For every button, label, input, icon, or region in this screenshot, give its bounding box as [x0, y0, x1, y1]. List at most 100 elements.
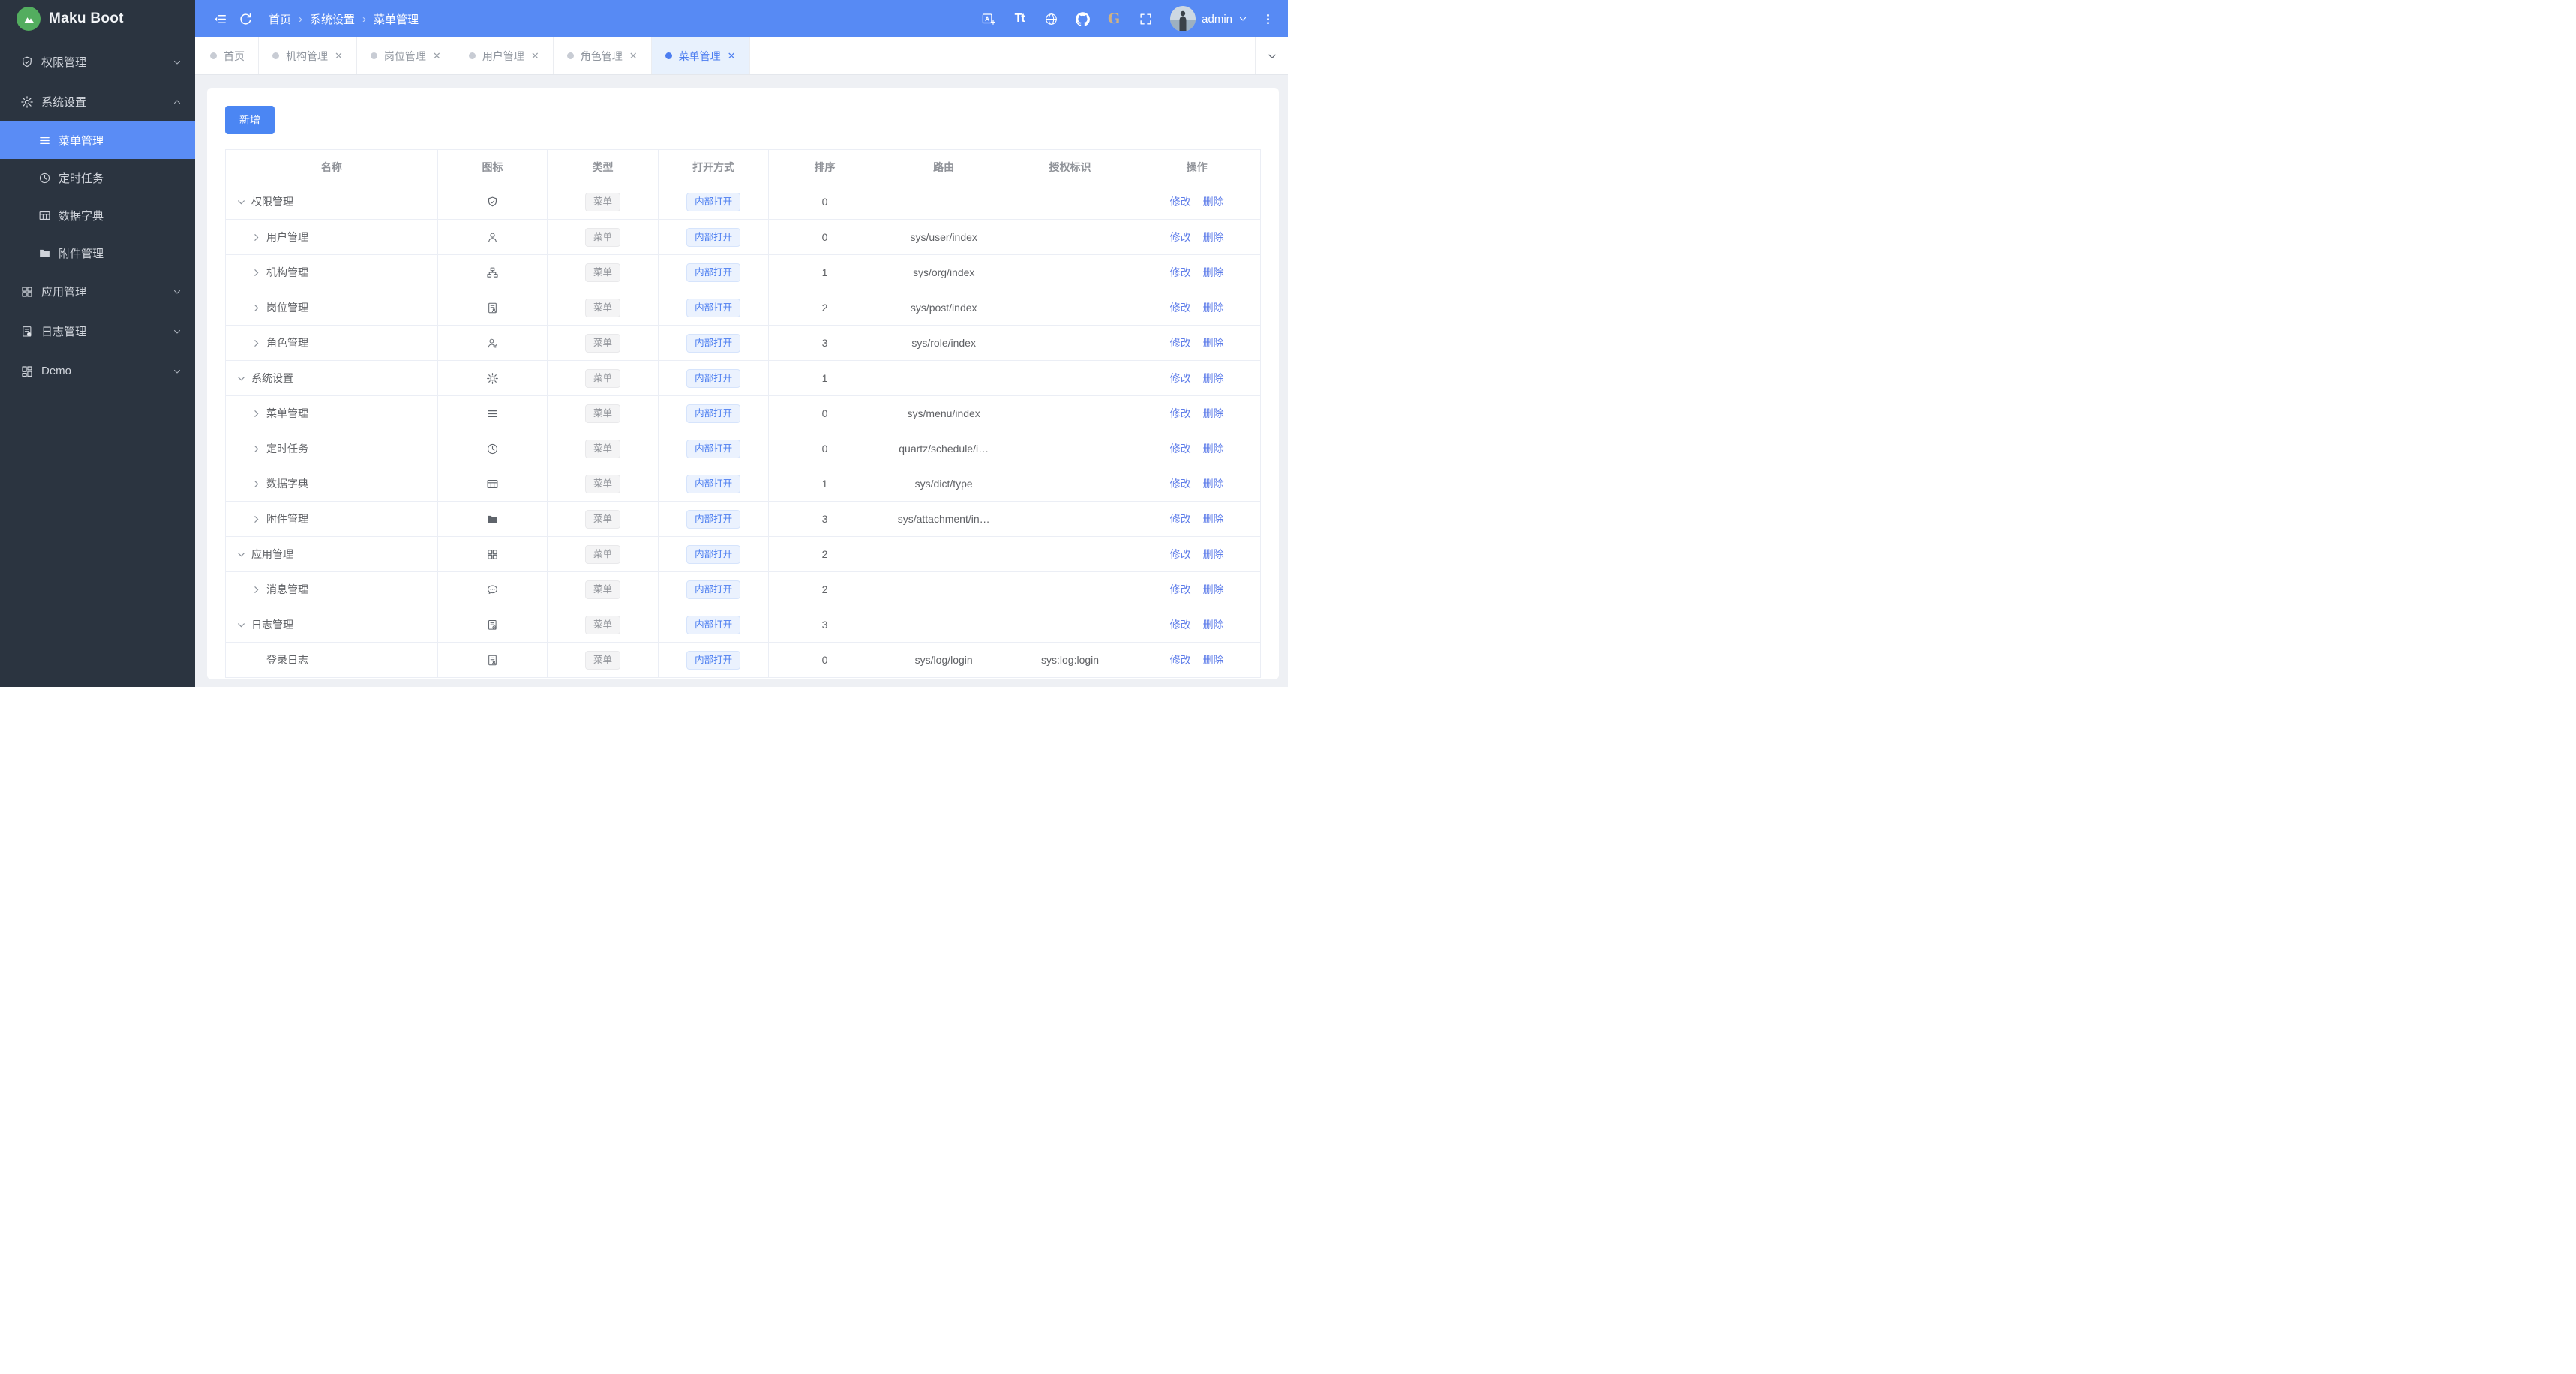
- expand-icon[interactable]: [250, 513, 262, 525]
- tab-岗位管理[interactable]: 岗位管理 ✕: [356, 38, 455, 74]
- expand-icon[interactable]: [250, 442, 262, 454]
- tab-首页[interactable]: 首页: [197, 38, 259, 74]
- menu-name: 日志管理: [229, 617, 434, 632]
- open-style-cell: 内部打开: [657, 607, 770, 643]
- expand-icon[interactable]: [250, 231, 262, 243]
- tab-菜单管理[interactable]: 菜单管理 ✕: [651, 38, 750, 74]
- delete-link[interactable]: 删除: [1203, 337, 1224, 349]
- expand-icon[interactable]: [250, 302, 262, 314]
- edit-link[interactable]: 修改: [1170, 654, 1191, 666]
- delete-link[interactable]: 删除: [1203, 302, 1224, 314]
- sidebar-subitem-定时任务[interactable]: 定时任务: [0, 159, 195, 196]
- edit-link[interactable]: 修改: [1170, 302, 1191, 314]
- gitee-icon[interactable]: G: [1101, 6, 1127, 32]
- globe-icon[interactable]: [1038, 6, 1064, 32]
- sidebar-item-应用管理[interactable]: 应用管理: [0, 272, 195, 311]
- add-button[interactable]: 新增: [225, 106, 275, 134]
- actions-cell: 修改 删除: [1133, 466, 1261, 502]
- table-row: 登录日志 菜单 内部打开 0 sys/log/login sys:log:login 修改删…: [225, 642, 1261, 678]
- sidebar-item-label: 权限管理: [41, 56, 87, 69]
- more-menu-icon[interactable]: [1255, 6, 1280, 32]
- menu-name-label: 系统设置: [251, 372, 293, 384]
- type-tag: 菜单: [584, 544, 620, 564]
- expand-icon[interactable]: [250, 407, 262, 419]
- breadcrumb-item[interactable]: 系统设置: [310, 11, 355, 27]
- delete-link[interactable]: 删除: [1203, 513, 1224, 525]
- expand-icon[interactable]: [250, 266, 262, 278]
- tab-close-icon[interactable]: ✕: [728, 51, 736, 61]
- delete-link[interactable]: 删除: [1203, 196, 1224, 208]
- delete-link[interactable]: 删除: [1203, 407, 1224, 419]
- delete-link[interactable]: 删除: [1203, 231, 1224, 243]
- edit-link[interactable]: 修改: [1170, 513, 1191, 525]
- sidebar-subitem-附件管理[interactable]: 附件管理: [0, 234, 195, 272]
- delete-link[interactable]: 删除: [1203, 266, 1224, 278]
- edit-link[interactable]: 修改: [1170, 372, 1191, 384]
- edit-link[interactable]: 修改: [1170, 231, 1191, 243]
- breadcrumb-item[interactable]: 菜单管理: [374, 11, 419, 27]
- expand-collapse-icon[interactable]: [235, 548, 247, 560]
- sidebar-subitem-菜单管理[interactable]: 菜单管理: [0, 122, 195, 159]
- expand-collapse-icon[interactable]: [235, 619, 247, 631]
- tab-close-icon[interactable]: ✕: [531, 51, 539, 61]
- translate-icon[interactable]: [975, 6, 1001, 32]
- edit-link[interactable]: 修改: [1170, 337, 1191, 349]
- type-tag: 菜单: [584, 298, 620, 317]
- open-style-tag: 内部打开: [686, 404, 741, 423]
- fullscreen-icon[interactable]: [1133, 6, 1158, 32]
- tab-用户管理[interactable]: 用户管理 ✕: [455, 38, 554, 74]
- expand-icon[interactable]: [250, 337, 262, 349]
- avatar[interactable]: [1170, 6, 1196, 32]
- breadcrumb-item[interactable]: 首页: [269, 11, 291, 27]
- tabs-dropdown-icon[interactable]: [1255, 38, 1288, 74]
- edit-link[interactable]: 修改: [1170, 266, 1191, 278]
- delete-link[interactable]: 删除: [1203, 619, 1224, 631]
- actions-cell: 修改 删除: [1133, 536, 1261, 572]
- edit-link[interactable]: 修改: [1170, 442, 1191, 454]
- delete-link[interactable]: 删除: [1203, 372, 1224, 384]
- sort-cell: 2: [768, 290, 881, 326]
- sidebar-item-系统设置[interactable]: 系统设置: [0, 82, 195, 122]
- tab-close-icon[interactable]: ✕: [629, 51, 638, 61]
- menu-icon-cell: [437, 501, 548, 537]
- expand-icon[interactable]: [250, 584, 262, 596]
- edit-link[interactable]: 修改: [1170, 548, 1191, 560]
- expand-collapse-icon[interactable]: [235, 372, 247, 384]
- menu-name-cell: 菜单管理: [225, 395, 438, 431]
- tab-角色管理[interactable]: 角色管理 ✕: [553, 38, 652, 74]
- font-size-icon[interactable]: Tt: [1007, 6, 1032, 32]
- github-icon[interactable]: [1070, 6, 1095, 32]
- sidebar-item-权限管理[interactable]: 权限管理: [0, 42, 195, 82]
- column-header-路由: 路由: [880, 149, 1007, 184]
- sidebar-item-日志管理[interactable]: 日志管理: [0, 311, 195, 351]
- menu-name-label: 角色管理: [266, 337, 308, 349]
- expand-collapse-icon[interactable]: [235, 196, 247, 208]
- auth-cell: [1006, 430, 1134, 466]
- type-tag: 菜单: [584, 439, 620, 458]
- menu-type-cell: 菜单: [547, 290, 659, 326]
- user-menu[interactable]: admin: [1170, 6, 1247, 32]
- tab-close-icon[interactable]: ✕: [335, 51, 343, 61]
- delete-link[interactable]: 删除: [1203, 548, 1224, 560]
- open-style-cell: 内部打开: [657, 536, 770, 572]
- refresh-icon[interactable]: [233, 6, 258, 32]
- sidebar-item-Demo[interactable]: Demo: [0, 351, 195, 391]
- table-row: 消息管理 菜单 内部打开 2 修改 删除: [225, 572, 1261, 608]
- sidebar-subitem-数据字典[interactable]: 数据字典: [0, 196, 195, 234]
- sidebar-fold-icon[interactable]: [207, 6, 233, 32]
- edit-link[interactable]: 修改: [1170, 584, 1191, 596]
- tab-机构管理[interactable]: 机构管理 ✕: [259, 38, 357, 74]
- delete-link[interactable]: 删除: [1203, 442, 1224, 454]
- edit-link[interactable]: 修改: [1170, 478, 1191, 490]
- delete-link[interactable]: 删除: [1203, 584, 1224, 596]
- edit-link[interactable]: 修改: [1170, 196, 1191, 208]
- open-style-tag: 内部打开: [686, 509, 741, 529]
- expand-icon[interactable]: [250, 478, 262, 490]
- delete-link[interactable]: 删除: [1203, 478, 1224, 490]
- edit-link[interactable]: 修改: [1170, 619, 1191, 631]
- tab-close-icon[interactable]: ✕: [433, 51, 441, 61]
- edit-link[interactable]: 修改: [1170, 407, 1191, 419]
- org-icon: [486, 266, 499, 279]
- tabbar-tabs: 首页 机构管理 ✕ 岗位管理 ✕ 用户管理 ✕ 角色管理 ✕ 菜单管理 ✕: [197, 38, 1255, 74]
- delete-link[interactable]: 删除: [1203, 654, 1224, 666]
